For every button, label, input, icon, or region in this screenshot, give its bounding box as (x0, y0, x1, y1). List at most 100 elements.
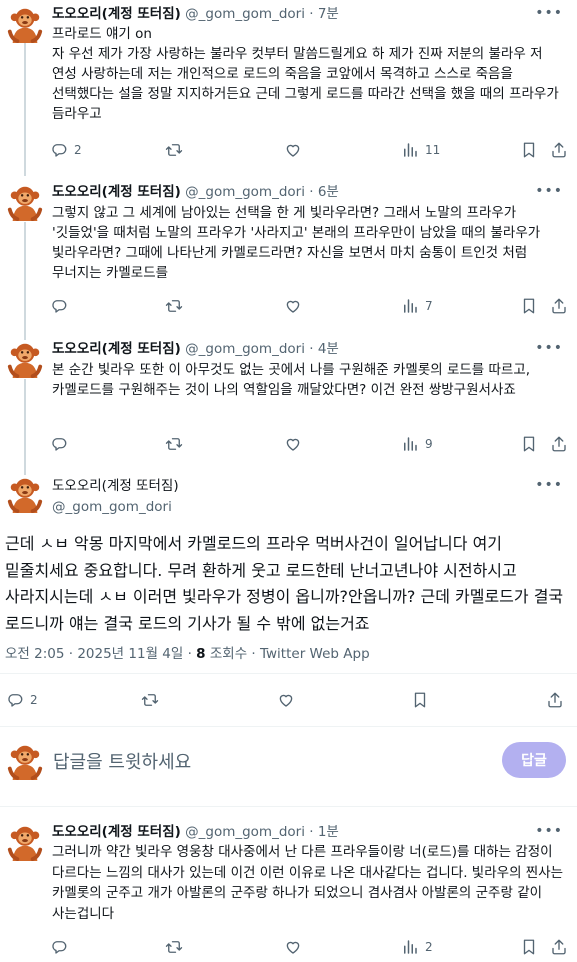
views-count: 8 (196, 646, 206, 662)
tweet-text: 본 순간 빛라우 또한 이 아무것도 없는 곳에서 나를 구원해준 카멜롯의 로… (52, 362, 531, 398)
retweet-button[interactable] (165, 434, 183, 454)
share-button[interactable] (550, 937, 568, 957)
views-button[interactable]: 2 (401, 937, 433, 957)
divider (0, 726, 577, 727)
bookmark-button[interactable] (520, 434, 538, 454)
retweet-icon (141, 691, 159, 709)
avatar[interactable] (6, 183, 44, 221)
bookmark-icon (520, 435, 538, 453)
retweet-icon (165, 141, 183, 159)
views-count: 9 (425, 437, 433, 451)
reply-button[interactable]: 2 (50, 140, 82, 160)
reply-button[interactable] (50, 296, 68, 316)
bookmark-button[interactable] (520, 296, 538, 316)
tweet-text: 그러니까 약간 빛라우 영웅창 대사중에서 난 다른 프라우들이랑 너(로드)를… (52, 844, 564, 922)
heart-icon (284, 141, 302, 159)
timestamp[interactable]: 6분 (318, 184, 339, 200)
bookmark-icon (520, 938, 538, 956)
bookmark-button[interactable] (411, 690, 429, 710)
reply-button[interactable]: 답글 (502, 742, 566, 778)
tweet-header: 도오오리(계정 또터짐) @_gom_gom_dori · 7분 (52, 6, 339, 22)
main-tweet-text: 근데 ㅅㅂ 악몽 마지막에서 카멜로드의 프라우 먹버사건이 일어납니다 여기 … (5, 534, 564, 633)
display-name[interactable]: 도오오리(계정 또터짐) (52, 6, 181, 22)
share-icon (546, 691, 564, 709)
heart-icon (284, 297, 302, 315)
views-count: 7 (425, 299, 433, 313)
bar-chart-icon (401, 141, 419, 159)
display-name[interactable]: 도오오리(계정 또터짐) (52, 184, 181, 200)
reply-button[interactable] (50, 434, 68, 454)
handle[interactable]: @_gom_gom_dori (185, 184, 305, 200)
action-bar: 9 (50, 434, 566, 454)
timestamp[interactable]: 오전 2:05 · 2025년 11월 4일 · (5, 646, 196, 662)
tweet-metadata: 오전 2:05 · 2025년 11월 4일 · 8 조회수 · Twitter… (5, 642, 370, 662)
more-icon[interactable]: ••• (535, 340, 563, 356)
reply-tweet[interactable]: 도오오리(계정 또터짐) @_gom_gom_dori · 6분 ••• 그렇지… (0, 183, 577, 328)
timestamp[interactable]: 4분 (318, 341, 339, 357)
bar-chart-icon (401, 938, 419, 956)
share-button[interactable] (550, 434, 568, 454)
retweet-button[interactable] (165, 140, 183, 160)
share-icon (550, 435, 568, 453)
bookmark-button[interactable] (520, 140, 538, 160)
retweet-button[interactable] (165, 937, 183, 957)
more-icon[interactable]: ••• (535, 477, 563, 493)
bookmark-icon (411, 691, 429, 709)
retweet-button[interactable] (165, 296, 183, 316)
views-button[interactable]: 7 (401, 296, 433, 316)
display-name[interactable]: 도오오리(계정 또터짐) (52, 341, 181, 357)
reply-icon (50, 938, 68, 956)
reply-tweet[interactable]: 도오오리(계정 또터짐) @_gom_gom_dori · 1분 ••• 그러니… (0, 823, 577, 962)
views-count: 11 (425, 143, 441, 157)
handle[interactable]: @_gom_gom_dori (185, 824, 305, 840)
handle[interactable]: @_gom_gom_dori (185, 6, 305, 22)
bar-chart-icon (401, 297, 419, 315)
display-name[interactable]: 도오오리(계정 또터짐) (52, 477, 179, 495)
tweet-header: 도오오리(계정 또터짐) @_gom_gom_dori · 4분 (52, 341, 339, 357)
avatar[interactable] (6, 823, 44, 861)
share-icon (550, 297, 568, 315)
reply-button[interactable] (50, 937, 68, 957)
tweet-text: 프라로드 얘기 on 자 우선 제가 가장 사랑하는 불라우 컷부터 말씀드릴게… (52, 26, 559, 122)
tweet-text: 그렇지 않고 그 세계에 남아있는 선택을 한 게 빛라우라면? 그래서 노말의… (52, 205, 541, 281)
reply-button[interactable]: 2 (6, 690, 38, 710)
share-button[interactable] (550, 296, 568, 316)
more-icon[interactable]: ••• (535, 823, 563, 839)
like-button[interactable] (284, 296, 302, 316)
views-button[interactable]: 11 (401, 140, 440, 160)
divider (0, 806, 577, 807)
share-button[interactable] (550, 140, 568, 160)
action-bar: 2 11 (50, 140, 566, 160)
bar-chart-icon (401, 435, 419, 453)
like-button[interactable] (284, 434, 302, 454)
reply-input[interactable]: 답글을 트윗하세요 (53, 748, 191, 774)
like-button[interactable] (284, 937, 302, 957)
avatar[interactable] (6, 475, 44, 513)
display-name[interactable]: 도오오리(계정 또터짐) (52, 824, 181, 840)
timestamp[interactable]: 7분 (318, 6, 339, 22)
retweet-button[interactable] (141, 690, 159, 710)
reply-tweet[interactable]: 도오오리(계정 또터짐) @_gom_gom_dori · 7분 ••• 프라로… (0, 5, 577, 165)
more-icon[interactable]: ••• (535, 5, 563, 21)
avatar[interactable] (6, 340, 44, 378)
reply-icon (6, 691, 24, 709)
views-button[interactable]: 9 (401, 434, 433, 454)
heart-icon (284, 435, 302, 453)
timestamp[interactable]: 1분 (318, 824, 339, 840)
reply-composer: 답글을 트윗하세요 답글 (0, 740, 577, 790)
like-button[interactable] (284, 140, 302, 160)
handle[interactable]: @_gom_gom_dori (185, 341, 305, 357)
reply-icon (50, 141, 68, 159)
reply-icon (50, 435, 68, 453)
share-button[interactable] (546, 690, 564, 710)
more-icon[interactable]: ••• (535, 183, 563, 199)
views-label: 조회수 · Twitter Web App (205, 646, 370, 662)
main-tweet-header: 도오오리(계정 또터짐) @_gom_gom_dori ••• (0, 475, 577, 520)
divider (0, 673, 577, 674)
bookmark-button[interactable] (520, 937, 538, 957)
reply-tweet[interactable]: 도오오리(계정 또터짐) @_gom_gom_dori · 4분 ••• 본 순… (0, 340, 577, 465)
handle[interactable]: @_gom_gom_dori (52, 498, 172, 516)
heart-icon (277, 691, 295, 709)
avatar[interactable] (6, 5, 44, 43)
like-button[interactable] (277, 690, 295, 710)
